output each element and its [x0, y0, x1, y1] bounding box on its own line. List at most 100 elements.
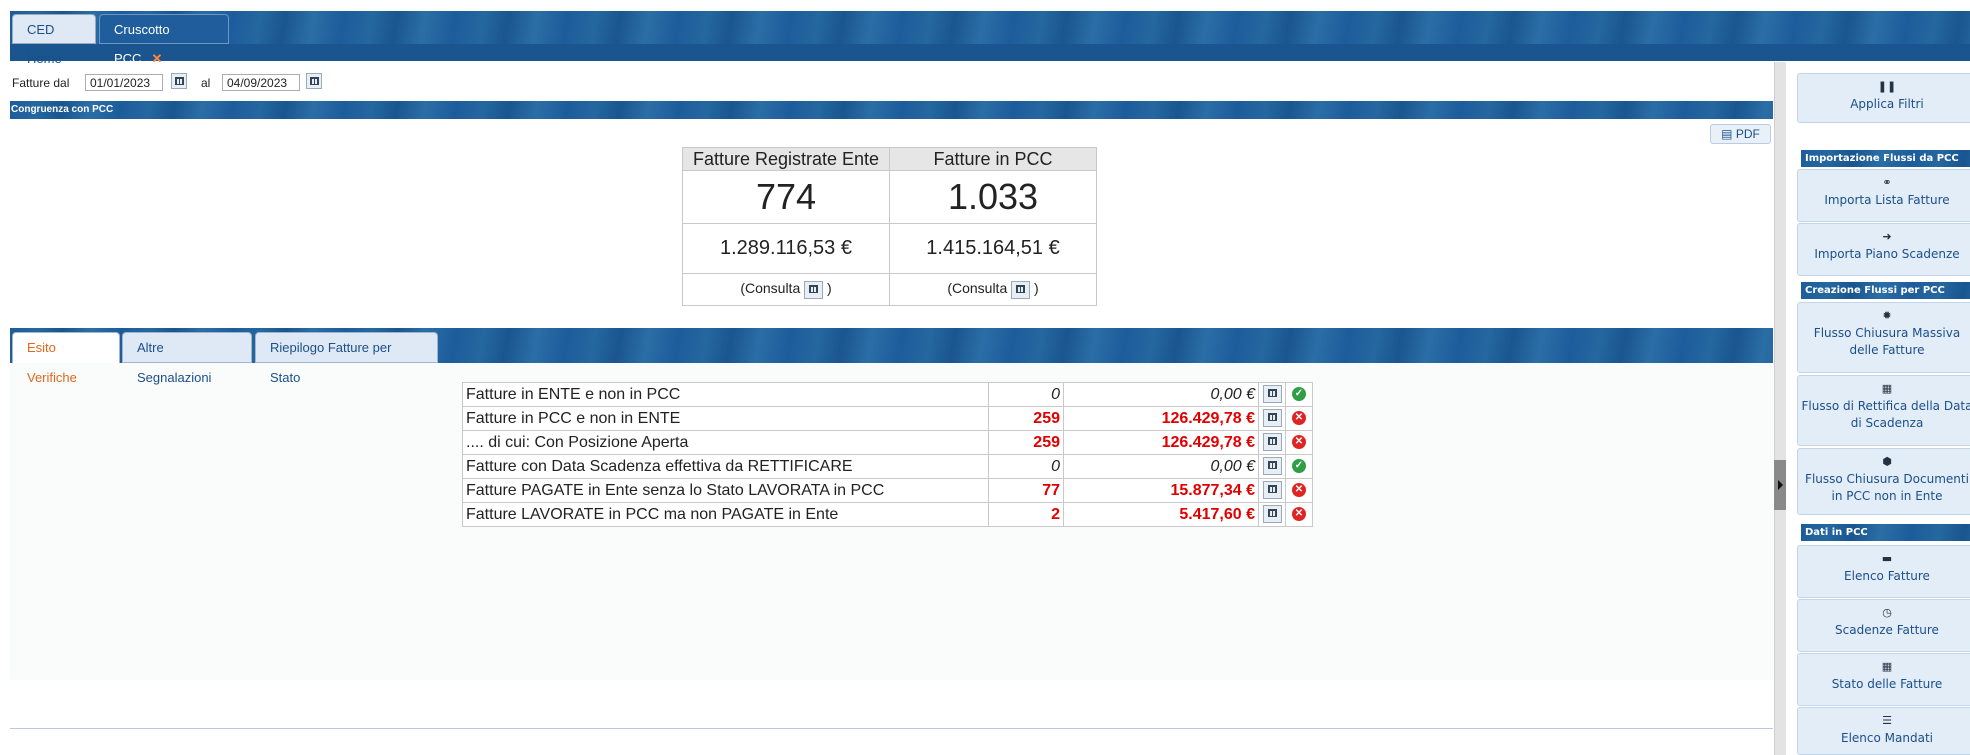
tab-esito-verifiche[interactable]: Esito Verifiche: [12, 332, 120, 385]
header-fatture-pcc: Fatture in PCC: [889, 147, 1097, 171]
row-amount: 0,00 €: [1063, 382, 1259, 407]
mass-close-flow-button[interactable]: ✹ Flusso Chiusura Massiva delle Fatture: [1797, 302, 1970, 373]
row-label: Fatture con Data Scadenza effettiva da R…: [462, 454, 989, 479]
invoice-list-button[interactable]: ▬ Elenco Fatture: [1797, 545, 1970, 598]
close-icon[interactable]: ✕: [151, 51, 162, 66]
invoice-status-button[interactable]: ▦ Stato delle Fatture: [1797, 653, 1970, 706]
pdf-button[interactable]: ▤ PDF: [1710, 124, 1771, 144]
import-invoice-list-button[interactable]: ⚭ Importa Lista Fatture: [1797, 169, 1970, 222]
date-from-input[interactable]: 01/01/2023: [85, 74, 163, 91]
count-pcc: 1.033: [889, 170, 1097, 224]
row-count: 0: [988, 454, 1064, 479]
row-label: Fatture in ENTE e non in PCC: [462, 382, 989, 407]
row-view-cell: [1258, 454, 1286, 479]
apply-filters-button[interactable]: ❚❚ Applica Filtri: [1797, 73, 1970, 123]
button-label: Scadenze Fatture: [1835, 623, 1939, 637]
error-icon: ✕: [1292, 435, 1306, 450]
clock-icon: ◷: [1882, 606, 1892, 619]
consulta-close: ): [1034, 280, 1039, 297]
invoice-deadlines-button[interactable]: ◷ Scadenze Fatture: [1797, 599, 1970, 652]
button-label: Importa Lista Fatture: [1824, 193, 1950, 207]
date-to-label: al: [201, 76, 211, 90]
row-view-cell: [1258, 382, 1286, 407]
gear-icon: ✹: [1882, 309, 1892, 322]
calendar-icon[interactable]: [1262, 457, 1282, 476]
amount-ente: 1.289.116,53 €: [682, 223, 890, 274]
sign-in-icon: ➜: [1882, 230, 1892, 243]
calendar-icon[interactable]: [1262, 385, 1282, 404]
button-label: Applica Filtri: [1850, 97, 1924, 111]
consulta-pcc: (Consulta ): [889, 273, 1097, 306]
row-status-cell: ✓: [1285, 454, 1313, 479]
section-header-congruenza: Congruenza con PCC: [10, 101, 1773, 119]
list-icon: ☰: [1882, 714, 1892, 727]
esito-table: Fatture in ENTE e non in PCC 0 0,00 € ✓ Fatt…: [462, 382, 1313, 527]
arrow-right-icon: [1778, 480, 1783, 490]
import-schedule-button[interactable]: ➜ Importa Piano Scadenze: [1797, 223, 1970, 276]
row-status-cell: ✕: [1285, 406, 1313, 431]
row-count: 0: [988, 382, 1064, 407]
button-label-line2: in PCC non in Ente: [1831, 489, 1943, 503]
error-icon: ✕: [1292, 483, 1306, 498]
file-icon: ▤: [1721, 127, 1733, 141]
row-status-cell: ✓: [1285, 382, 1313, 407]
tab-strip: [10, 11, 1970, 44]
table-row: Fatture in PCC e non in ENTE 259 126.429,7…: [462, 406, 1313, 431]
table-row: Fatture con Data Scadenza effettiva da R…: [462, 454, 1313, 479]
calendar-icon[interactable]: [1011, 280, 1031, 299]
header-fatture-ente: Fatture Registrate Ente: [682, 147, 890, 171]
consulta-close: ): [827, 280, 832, 297]
calendar-icon[interactable]: [306, 73, 322, 89]
rectify-due-date-flow-button[interactable]: ▦ Flusso di Rettifica della Data di Scad…: [1797, 375, 1970, 446]
consulta-label: (Consulta: [947, 280, 1008, 297]
tab-cruscotto-pcc[interactable]: Cruscotto PCC ✕: [99, 14, 229, 66]
row-status-cell: ✕: [1285, 502, 1313, 527]
button-label: Flusso Chiusura Documenti: [1805, 472, 1969, 486]
calendar-icon: ▦: [1881, 382, 1893, 395]
calendar-icon[interactable]: [804, 280, 824, 299]
check-icon: ✓: [1292, 387, 1306, 402]
row-amount: 15.877,34 €: [1063, 478, 1259, 503]
collapse-handle[interactable]: [1774, 460, 1786, 510]
button-label-line2: delle Fatture: [1849, 343, 1925, 357]
row-view-cell: [1258, 430, 1286, 455]
row-label: .... di cui: Con Posizione Aperta: [462, 430, 989, 455]
row-view-cell: [1258, 502, 1286, 527]
row-amount: 0,00 €: [1063, 454, 1259, 479]
row-count: 259: [988, 430, 1064, 455]
close-documents-flow-button[interactable]: ⬢ Flusso Chiusura Documenti in PCC non i…: [1797, 448, 1970, 515]
tab-riepilogo-fatture[interactable]: Riepilogo Fatture per Stato: [255, 332, 438, 385]
cube-icon: ⬢: [1882, 455, 1892, 468]
table-row: Fatture LAVORATE in PCC ma non PAGATE in…: [462, 502, 1313, 527]
share-icon: ⚭: [1882, 176, 1892, 189]
row-count: 2: [988, 502, 1064, 527]
error-icon: ✕: [1292, 411, 1306, 426]
calendar-icon[interactable]: [1262, 433, 1282, 452]
tab-ced-home[interactable]: CED Home: [12, 14, 96, 66]
calendar-icon[interactable]: [1262, 505, 1282, 524]
calendar-icon[interactable]: [171, 73, 187, 89]
date-from-label: Fatture dal: [12, 76, 70, 90]
mandates-list-button[interactable]: ☰ Elenco Mandati: [1797, 707, 1970, 755]
calendar-icon[interactable]: [1262, 481, 1282, 500]
sidebar-header-data: Dati in PCC: [1801, 524, 1970, 541]
button-label: Flusso di Rettifica della Data: [1801, 399, 1970, 413]
calendar-icon[interactable]: [1262, 409, 1282, 428]
id-card-icon: ▬: [1881, 552, 1893, 565]
sidebar-header-import: Importazione Flussi da PCC: [1801, 150, 1970, 167]
date-to-input[interactable]: 04/09/2023: [222, 74, 300, 91]
tab-altre-segnalazioni[interactable]: Altre Segnalazioni: [122, 332, 252, 385]
pdf-label: PDF: [1735, 127, 1760, 141]
error-icon: ✕: [1292, 507, 1306, 522]
row-view-cell: [1258, 478, 1286, 503]
row-amount: 5.417,60 €: [1063, 502, 1259, 527]
button-label: Elenco Mandati: [1841, 731, 1933, 745]
row-count: 77: [988, 478, 1064, 503]
row-amount: 126.429,78 €: [1063, 430, 1259, 455]
row-status-cell: ✕: [1285, 478, 1313, 503]
check-icon: ✓: [1292, 459, 1306, 474]
table-row: Fatture in ENTE e non in PCC 0 0,00 € ✓: [462, 382, 1313, 407]
splitter[interactable]: [1774, 62, 1786, 755]
consulta-ente: (Consulta ): [682, 273, 890, 306]
button-label: Importa Piano Scadenze: [1814, 247, 1960, 261]
